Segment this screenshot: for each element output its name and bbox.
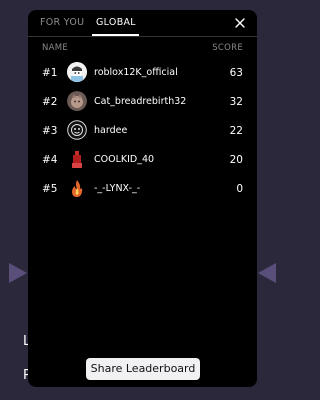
- tab-global[interactable]: GLOBAL: [96, 17, 136, 28]
- rank-label: #1: [42, 67, 58, 79]
- rank-label: #5: [42, 183, 58, 195]
- tab-bar: FOR YOU GLOBAL: [28, 10, 257, 37]
- score-value: 32: [229, 96, 243, 108]
- username: Cat_breadrebirth32: [94, 96, 187, 107]
- score-column-header: SCORE: [212, 43, 243, 53]
- rank-label: #2: [42, 96, 58, 108]
- previous-arrow-icon[interactable]: [9, 263, 27, 283]
- rank-label: #3: [42, 125, 58, 137]
- leaderboard-row[interactable]: #3 hardee 22: [28, 118, 257, 144]
- next-arrow-icon[interactable]: [258, 263, 276, 283]
- leaderboard-row[interactable]: #5 -_-LYNX-_- 0: [28, 176, 257, 202]
- score-value: 20: [229, 154, 243, 166]
- username: COOLKID_40: [94, 154, 155, 165]
- mask-avatar-icon: [67, 120, 87, 140]
- share-leaderboard-button[interactable]: Share Leaderboard: [86, 358, 200, 380]
- username: hardee: [94, 125, 128, 136]
- rank-label: #4: [42, 154, 58, 166]
- name-column-header: NAME: [42, 43, 69, 53]
- active-tab-indicator: [92, 34, 139, 36]
- username: -_-LYNX-_-: [94, 183, 141, 194]
- tab-for-you[interactable]: FOR YOU: [40, 17, 84, 28]
- leaderboard-row[interactable]: #1 roblox12K_official 63: [28, 60, 257, 86]
- leaderboard-row[interactable]: #4 COOLKID_40 20: [28, 147, 257, 173]
- red-character-avatar-icon: [67, 149, 87, 169]
- fire-avatar-icon: [67, 178, 87, 198]
- leaderboard-row[interactable]: #2 Cat_breadrebirth32 32: [28, 89, 257, 115]
- roblox-avatar-icon: [67, 62, 87, 82]
- close-icon[interactable]: [233, 15, 247, 29]
- cat-avatar-icon: [67, 91, 87, 111]
- username: roblox12K_official: [94, 67, 178, 78]
- score-value: 0: [236, 183, 243, 195]
- leaderboard-modal: FOR YOU GLOBAL NAME SCORE #1 roblox12K_o…: [28, 10, 257, 387]
- score-value: 22: [229, 125, 243, 137]
- score-value: 63: [229, 67, 243, 79]
